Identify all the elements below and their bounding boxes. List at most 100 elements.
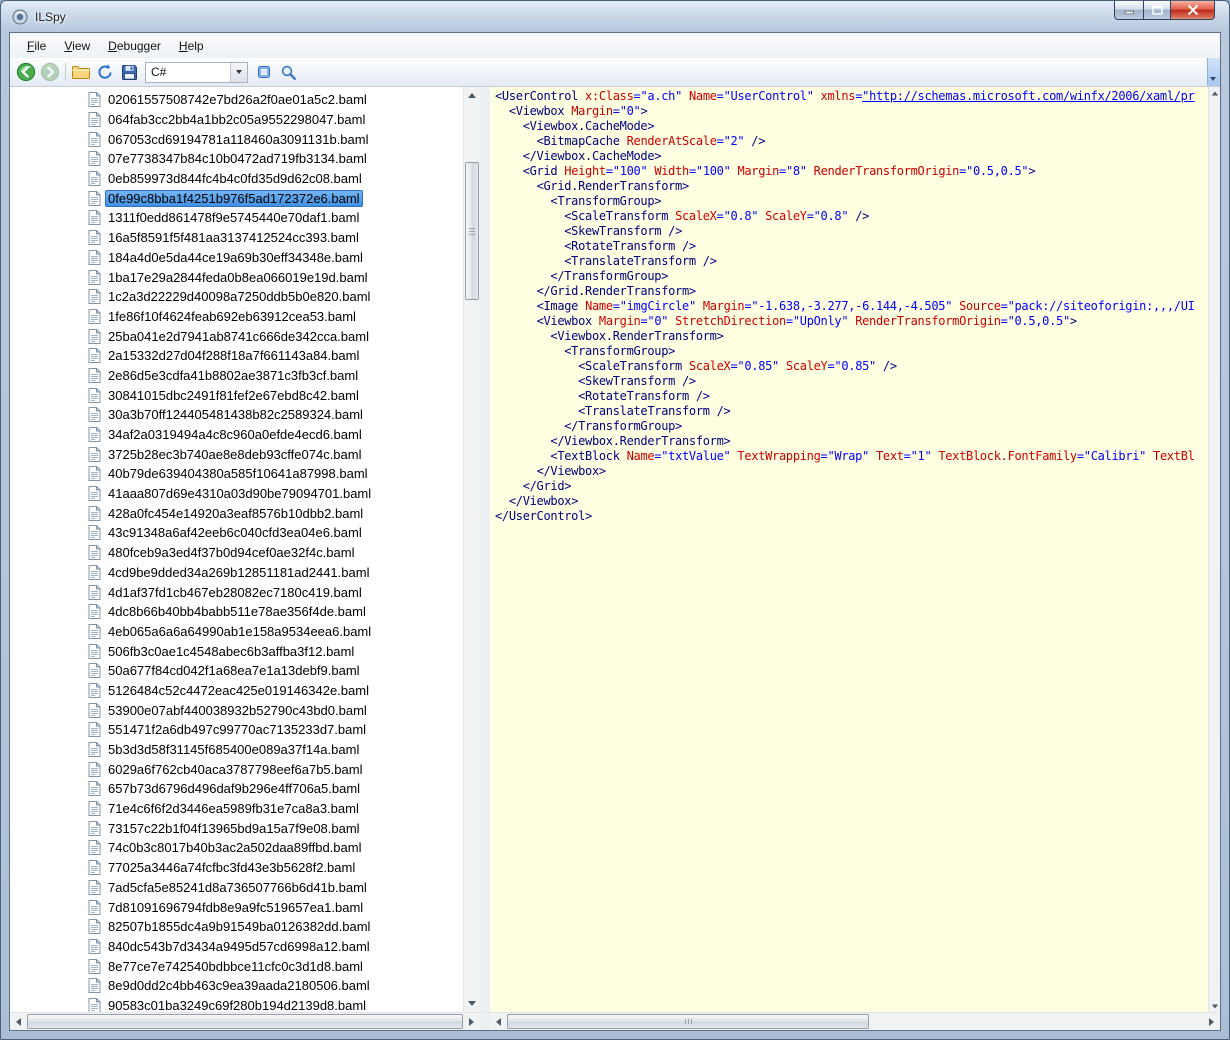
tree-item-baml-file[interactable]: 840dc543b7d3434a9495d57cd6998a12.baml bbox=[88, 937, 463, 957]
tree-item-baml-file[interactable]: 4cd9be9dded34a269b12851181ad2441.baml bbox=[88, 563, 463, 583]
tree-hscrollbar-track[interactable] bbox=[27, 1013, 463, 1030]
scroll-left-button[interactable] bbox=[10, 1013, 27, 1030]
tree-item-baml-file[interactable]: 1311f0edd861478f9e5745440e70daf1.baml bbox=[88, 208, 463, 228]
tree-item-baml-file[interactable]: 3725b28ec3b740ae8e8deb93cffe074c.baml bbox=[88, 444, 463, 464]
tree-item-baml-file[interactable]: 8e9d0dd2c4bb463c9ea39aada2180506.baml bbox=[88, 976, 463, 996]
minimize-button[interactable] bbox=[1114, 1, 1143, 20]
code-line: <Viewbox Margin="0"> bbox=[508, 104, 648, 118]
tree-item-baml-file[interactable]: 5b3d3d58f31145f685400e089a37f14a.baml bbox=[88, 740, 463, 760]
baml-document-icon bbox=[88, 997, 101, 1012]
baml-document-icon bbox=[88, 643, 101, 659]
search-button[interactable] bbox=[276, 60, 300, 84]
baml-document-icon bbox=[88, 289, 101, 305]
tree-item-baml-file[interactable]: 506fb3c0ae1c4548abec6b3affba3f12.baml bbox=[88, 641, 463, 661]
tree-item-baml-file[interactable]: 6029a6f762cb40aca3787798eef6a7b5.baml bbox=[88, 759, 463, 779]
refresh-button[interactable] bbox=[93, 60, 117, 84]
back-button[interactable] bbox=[14, 60, 38, 84]
language-selector[interactable]: C# bbox=[145, 61, 248, 83]
code-hscrollbar-track[interactable] bbox=[507, 1013, 1203, 1030]
arrow-right-icon bbox=[469, 1017, 474, 1026]
tree-item-baml-file[interactable]: 53900e07abf440038932b52790c43bd0.baml bbox=[88, 700, 463, 720]
scroll-up-button[interactable] bbox=[464, 87, 480, 104]
code-hscrollbar-thumb[interactable] bbox=[507, 1014, 869, 1029]
save-button[interactable] bbox=[117, 60, 141, 84]
tree-item-baml-file[interactable]: 50a677f84cd042f1a68ea7e1a13debf9.baml bbox=[88, 661, 463, 681]
tree-item-baml-file[interactable]: 184a4d0e5da44ce19a69b30eff34348e.baml bbox=[88, 248, 463, 268]
pane-splitter[interactable] bbox=[480, 87, 490, 1012]
code-vertical-scrollbar[interactable] bbox=[1208, 87, 1220, 1012]
decompiled-code-pane[interactable]: <UserControl x:Class="a.ch" Name="UserCo… bbox=[490, 87, 1220, 1012]
scroll-down-button[interactable] bbox=[1209, 1000, 1220, 1012]
tree-item-baml-file[interactable]: 7ad5cfa5e85241d8a736507766b6d41b.baml bbox=[88, 878, 463, 898]
tree-vertical-scrollbar[interactable] bbox=[463, 87, 480, 1012]
tree-item-baml-file[interactable]: 02061557508742e7bd26a2f0ae01a5c2.baml bbox=[88, 90, 463, 110]
tree-item-baml-file[interactable]: 7d81091696794fdb8e9a9fc519657ea1.baml bbox=[88, 897, 463, 917]
tree-item-baml-file[interactable]: 74c0b3c8017b40b3ac2a502daa89ffbd.baml bbox=[88, 838, 463, 858]
scroll-right-button[interactable] bbox=[463, 1013, 480, 1030]
maximize-button[interactable] bbox=[1143, 1, 1170, 20]
tree-item-baml-file[interactable]: 40b79de639404380a585f10641a87998.baml bbox=[88, 464, 463, 484]
tree-item-baml-file[interactable]: 82507b1855dc4a9b91549ba0126382dd.baml bbox=[88, 917, 463, 937]
tree-item-baml-file[interactable]: 4eb065a6a6a64990ab1e158a9534eea6.baml bbox=[88, 622, 463, 642]
menu-item-view[interactable]: View bbox=[55, 36, 99, 56]
tree-item-baml-file[interactable]: 0fe99c8bba1f4251b976f5ad172372e6.baml bbox=[88, 188, 463, 208]
save-floppy-icon bbox=[121, 64, 138, 81]
tree-scrollbar-track[interactable] bbox=[464, 104, 480, 995]
language-selector-dropdown-button[interactable] bbox=[230, 62, 247, 82]
scroll-down-button[interactable] bbox=[464, 995, 480, 1012]
tree-item-baml-file[interactable]: 480fceb9a3ed4f37b0d94cef0ae32f4c.baml bbox=[88, 543, 463, 563]
baml-document-icon bbox=[88, 427, 101, 443]
tree-item-baml-file[interactable]: 1fe86f10f4624feab692eb63912cea53.baml bbox=[88, 307, 463, 327]
tree-item-baml-file[interactable]: 2a15332d27d04f288f18a7f661143a84.baml bbox=[88, 346, 463, 366]
code-horizontal-scrollbar[interactable] bbox=[490, 1012, 1220, 1030]
tree-item-baml-file[interactable]: 4d1af37fd1cb467eb28082ec7180c419.baml bbox=[88, 582, 463, 602]
tree-item-baml-file[interactable]: 30a3b70ff124405481438b82c2589324.baml bbox=[88, 405, 463, 425]
tree-item-baml-file[interactable]: 067053cd69194781a118460a3091131b.baml bbox=[88, 129, 463, 149]
tree-item-baml-file[interactable]: 2e86d5e3cdfa41b8802ae3871c3fb3cf.baml bbox=[88, 366, 463, 386]
tree-item-baml-file[interactable]: 41aaa807d69e4310a03d90be79094701.baml bbox=[88, 484, 463, 504]
tree-item-baml-file[interactable]: 90583c01ba3249c69f280b194d2139d8.baml bbox=[88, 996, 463, 1012]
menu-item-file[interactable]: File bbox=[18, 36, 55, 56]
scroll-up-button[interactable] bbox=[1209, 87, 1220, 99]
tree-item-baml-file[interactable]: 8e77ce7e742540bdbbce11cfc0c3d1d8.baml bbox=[88, 956, 463, 976]
xaml-code-view[interactable]: <UserControl x:Class="a.ch" Name="UserCo… bbox=[490, 87, 1208, 1012]
titlebar[interactable]: ILSpy bbox=[1, 1, 1229, 32]
tree-item-baml-file[interactable]: 25ba041e2d7941ab8741c666de342cca.baml bbox=[88, 326, 463, 346]
tree-item-baml-file[interactable]: 064fab3cc2bb4a1bb2c05a9552298047.baml bbox=[88, 110, 463, 130]
tree-item-baml-file[interactable]: 16a5f8591f5f481aa3137412524cc393.baml bbox=[88, 228, 463, 248]
baml-document-icon bbox=[88, 879, 101, 895]
baml-file-name: 7d81091696794fdb8e9a9fc519657ea1.baml bbox=[108, 899, 364, 915]
tree-item-baml-file[interactable]: 71e4c6f6f2d3446ea5989fb31e7ca8a3.baml bbox=[88, 799, 463, 819]
baml-document-icon bbox=[88, 663, 101, 679]
tree-item-baml-file[interactable]: 1ba17e29a2844feda0b8ea066019e19d.baml bbox=[88, 267, 463, 287]
misc-tool-button[interactable] bbox=[252, 60, 276, 84]
code-scrollbar-track[interactable] bbox=[1209, 99, 1220, 1000]
tree-item-baml-file[interactable]: 43c91348a6af42eeb6c040cfd3ea04e6.baml bbox=[88, 523, 463, 543]
tree-item-baml-file[interactable]: 1c2a3d22229d40098a7250ddb5b0e820.baml bbox=[88, 287, 463, 307]
tree-item-baml-file[interactable]: 07e7738347b84c10b0472ad719fb3134.baml bbox=[88, 149, 463, 169]
forward-button[interactable] bbox=[38, 60, 62, 84]
tree-item-baml-file[interactable]: 77025a3446a74fcfbc3fd43e3b5628f2.baml bbox=[88, 858, 463, 878]
toolbar-overflow-button[interactable] bbox=[1207, 58, 1220, 86]
tree-scrollbar-thumb[interactable] bbox=[465, 162, 479, 300]
close-button[interactable] bbox=[1170, 1, 1215, 20]
tree-horizontal-scrollbar[interactable] bbox=[10, 1012, 480, 1030]
baml-document-icon bbox=[88, 958, 101, 974]
tree-item-baml-file[interactable]: 5126484c52c4472eac425e019146342e.baml bbox=[88, 681, 463, 701]
language-selector-value: C# bbox=[151, 65, 167, 79]
tree-item-baml-file[interactable]: 657b73d6796d496daf9b296e4ff706a5.baml bbox=[88, 779, 463, 799]
baml-file-name: 2a15332d27d04f288f18a7f661143a84.baml bbox=[108, 348, 360, 364]
open-file-button[interactable] bbox=[69, 60, 93, 84]
scroll-left-button[interactable] bbox=[490, 1013, 507, 1030]
tree-item-baml-file[interactable]: 4dc8b66b40bb4babb511e78ae356f4de.baml bbox=[88, 602, 463, 622]
tree-item-baml-file[interactable]: 551471f2a6db497c99770ac7135233d7.baml bbox=[88, 720, 463, 740]
tree-item-baml-file[interactable]: 30841015dbc2491f81fef2e67ebd8c42.baml bbox=[88, 385, 463, 405]
menu-item-debugger[interactable]: Debugger bbox=[99, 36, 170, 56]
tree-item-baml-file[interactable]: 428a0fc454e14920a3eaf8576b10dbb2.baml bbox=[88, 503, 463, 523]
scroll-right-button[interactable] bbox=[1203, 1013, 1220, 1030]
tree-item-baml-file[interactable]: 0eb859973d844fc4b4c0fd35d9d62c08.baml bbox=[88, 169, 463, 189]
tree-item-baml-file[interactable]: 73157c22b1f04f13965bd9a15a7f9e08.baml bbox=[88, 818, 463, 838]
tree-item-baml-file[interactable]: 34af2a0319494a4c8c960a0efde4ecd6.baml bbox=[88, 425, 463, 445]
tree-hscrollbar-thumb[interactable] bbox=[27, 1014, 463, 1029]
menu-item-help[interactable]: Help bbox=[170, 36, 213, 56]
